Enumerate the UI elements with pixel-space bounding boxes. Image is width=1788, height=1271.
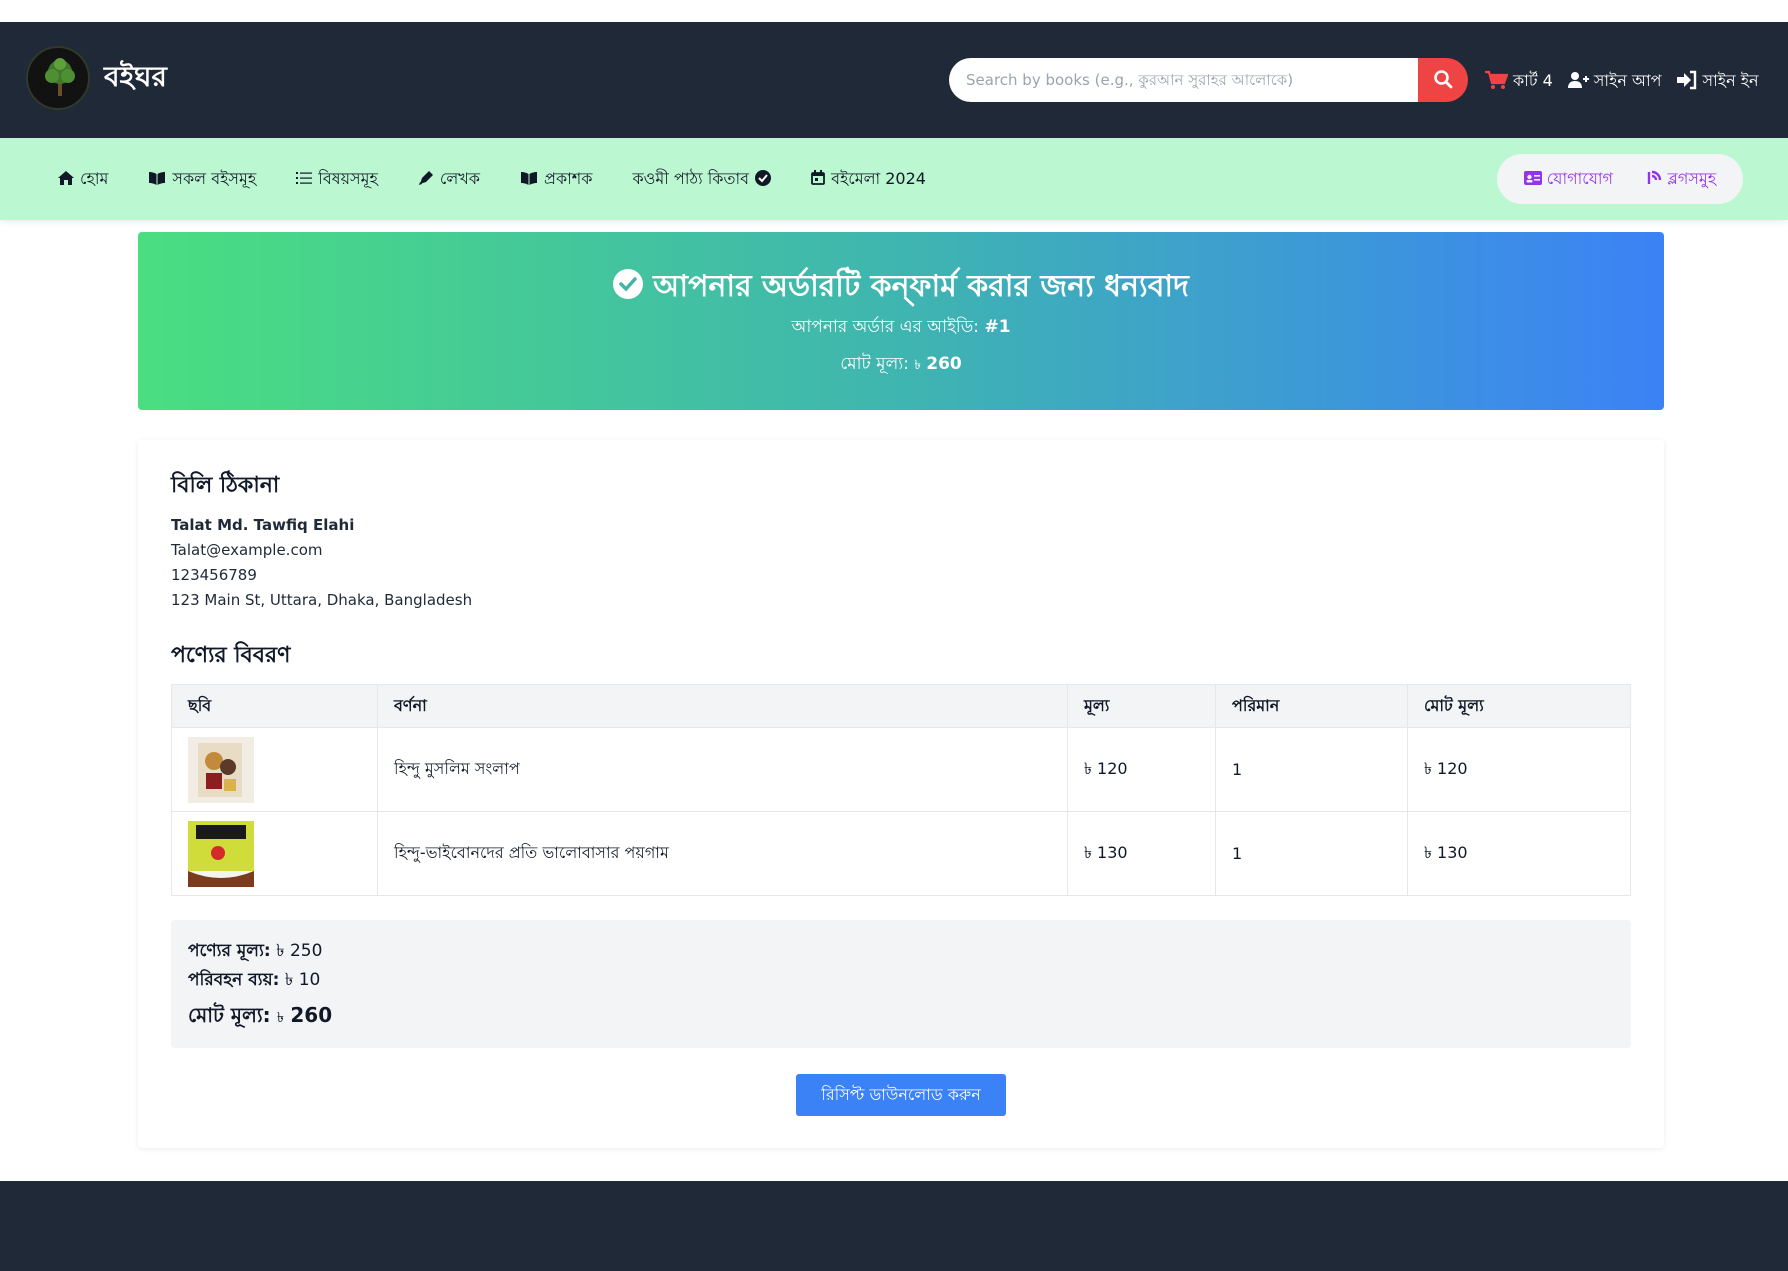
nav-item-home[interactable]: হোম: [58, 166, 108, 193]
price-summary: পণ্যের মূল্য: ৳ 250 পরিবহন ব্যয়: ৳ 10 ম…: [171, 920, 1631, 1048]
column-header: পরিমান: [1215, 684, 1408, 728]
nav-item-authors[interactable]: লেখক: [418, 166, 480, 193]
signin-label: সাইন ইন: [1702, 71, 1759, 90]
book-open-icon: [520, 170, 538, 189]
signin-link[interactable]: সাইন ইন: [1676, 68, 1759, 95]
billing-heading: বিলি ঠিকানা: [171, 473, 280, 498]
grand-total-label: মোট মূল্য:: [188, 1003, 271, 1027]
image-cell: [171, 727, 378, 812]
grand-total-value: 260: [290, 1003, 333, 1027]
order-details-card: বিলি ঠিকানা Talat Md. Tawfiq Elahi Talat…: [138, 440, 1664, 1148]
search-icon: [1433, 69, 1453, 92]
subtotal-value: ৳ 250: [276, 941, 323, 961]
nav-label: বইমেলা 2024: [831, 169, 926, 188]
search-bar: [949, 58, 1468, 102]
main-nav: হোম সকল বইসমূহ বিষয়সমূহ লেখক প্রকাশক কও…: [0, 138, 1788, 220]
banner-title: আপনার অর্ডারটি কন্ফার্ম করার জন্য ধন্যবা…: [138, 262, 1664, 313]
signup-link[interactable]: সাইন আপ: [1567, 68, 1662, 95]
banner-total-label: মোট মূল্য:: [840, 354, 909, 374]
quantity-cell: 1: [1215, 727, 1408, 812]
nav-label: কওমী পাঠ্য কিতাব: [632, 169, 750, 188]
description-cell: হিন্দু-ভাইবোনদের প্রতি ভালোবাসার পয়গাম: [377, 811, 1068, 896]
signup-label: সাইন আপ: [1593, 71, 1662, 90]
description-cell: হিন্দু মুসলিম সংলাপ: [377, 727, 1068, 812]
nav-label: প্রকাশক: [544, 169, 593, 188]
cart-link[interactable]: কার্ট 4: [1484, 68, 1553, 95]
nav-item-qawmi-books[interactable]: কওমী পাঠ্য কিতাব: [632, 166, 772, 193]
billing-address: 123 Main St, Uttara, Dhaka, Bangladesh: [171, 591, 473, 609]
order-id-line: আপনার অর্ডার এর আইডি: #1: [138, 314, 1664, 342]
table-header-row: ছবি বর্ণনা মূল্য পরিমান মোট মূল্য: [171, 684, 1631, 728]
logo-icon: [26, 46, 90, 110]
banner-title-text: আপনার অর্ডারটি কন্ফার্ম করার জন্য ধন্যবা…: [653, 269, 1189, 304]
nav-item-all-books[interactable]: সকল বইসমূহ: [148, 166, 256, 193]
top-header: বইঘর কার্ট 4 সাইন আপ সাইন ইন: [0, 22, 1788, 138]
subtotal-row: পণ্যের মূল্য: ৳ 250: [188, 938, 322, 966]
check-circle-icon: [755, 169, 772, 190]
nav-right-group: যোগাযোগ ব্লগসমুহ: [1497, 154, 1743, 204]
total-cell: ৳ 130: [1407, 811, 1631, 896]
id-card-icon: [1523, 170, 1542, 189]
download-receipt-button[interactable]: রিসিপ্ট ডাউনলোড করুন: [796, 1074, 1006, 1116]
banner-total-value: 260: [926, 354, 962, 374]
subtotal-label: পণ্যের মূল্য:: [188, 941, 271, 961]
order-id-value: #1: [984, 317, 1011, 337]
nav-item-book-fair[interactable]: বইমেলা 2024: [811, 166, 926, 193]
total-cell: ৳ 120: [1407, 727, 1631, 812]
search-input[interactable]: [949, 58, 1418, 102]
column-header: মোট মূল্য: [1407, 684, 1631, 728]
column-header: বর্ণনা: [377, 684, 1068, 728]
order-success-banner: আপনার অর্ডারটি কন্ফার্ম করার জন্য ধন্যবা…: [138, 232, 1664, 410]
table-row: হিন্দু মুসলিম সংলাপ ৳ 120 1 ৳ 120: [171, 727, 1631, 812]
shipping-row: পরিবহন ব্যয়: ৳ 10: [188, 967, 320, 995]
blogs-link[interactable]: ব্লগসমুহ: [1647, 166, 1717, 193]
contact-label: যোগাযোগ: [1546, 168, 1614, 188]
price-cell: ৳ 120: [1067, 727, 1216, 812]
pen-icon: [418, 170, 434, 190]
cart-icon: [1484, 70, 1509, 94]
price-cell: ৳ 130: [1067, 811, 1216, 896]
grand-total-row: মোট মূল্য: ৳ 260: [188, 1001, 332, 1034]
column-header: মূল্য: [1067, 684, 1216, 728]
banner-total-line: মোট মূল্য: ৳ 260: [138, 351, 1664, 379]
user-plus-icon: [1567, 71, 1589, 93]
billing-name: Talat Md. Tawfiq Elahi: [171, 516, 355, 534]
table-row: হিন্দু-ভাইবোনদের প্রতি ভালোবাসার পয়গাম …: [171, 811, 1631, 896]
blogs-label: ব্লগসমুহ: [1667, 168, 1717, 188]
image-cell: [171, 811, 378, 896]
quantity-cell: 1: [1215, 811, 1408, 896]
brand-logo-link[interactable]: বইঘর: [26, 46, 167, 110]
products-heading: পণ্যের বিবরণ: [171, 643, 291, 668]
search-button[interactable]: [1418, 58, 1468, 102]
book-open-icon: [148, 170, 166, 189]
contact-link[interactable]: যোগাযোগ: [1523, 166, 1614, 193]
blog-icon: [1647, 169, 1663, 189]
nav-item-subjects[interactable]: বিষয়সমূহ: [296, 166, 378, 193]
shipping-label: পরিবহন ব্যয়:: [188, 970, 280, 990]
nav-label: লেখক: [439, 169, 480, 188]
nav-label: সকল বইসমূহ: [172, 169, 257, 188]
list-icon: [296, 170, 313, 189]
nav-label: হোম: [80, 169, 109, 188]
products-table: ছবি বর্ণনা মূল্য পরিমান মোট মূল্য হিন্দু…: [171, 684, 1631, 896]
billing-phone: 123456789: [171, 566, 257, 584]
currency-sign: ৳: [277, 1010, 285, 1026]
home-icon: [58, 170, 74, 189]
calendar-icon: [811, 170, 825, 189]
shipping-value: ৳ 10: [284, 970, 321, 990]
order-id-label: আপনার অর্ডার এর আইডি:: [791, 317, 980, 337]
book-cover-image: [188, 736, 254, 803]
billing-email: Talat@example.com: [171, 541, 323, 559]
footer: [0, 1181, 1788, 1271]
nav-label: বিষয়সমূহ: [318, 169, 378, 188]
column-header: ছবি: [171, 684, 378, 728]
currency-sign: ৳: [914, 358, 921, 373]
book-cover-image: [188, 820, 254, 887]
brand-name: বইঘর: [104, 59, 167, 93]
sign-in-icon: [1676, 70, 1698, 94]
check-circle-icon: [613, 268, 644, 307]
nav-item-publishers[interactable]: প্রকাশক: [520, 166, 592, 193]
cart-label: কার্ট 4: [1513, 71, 1553, 90]
